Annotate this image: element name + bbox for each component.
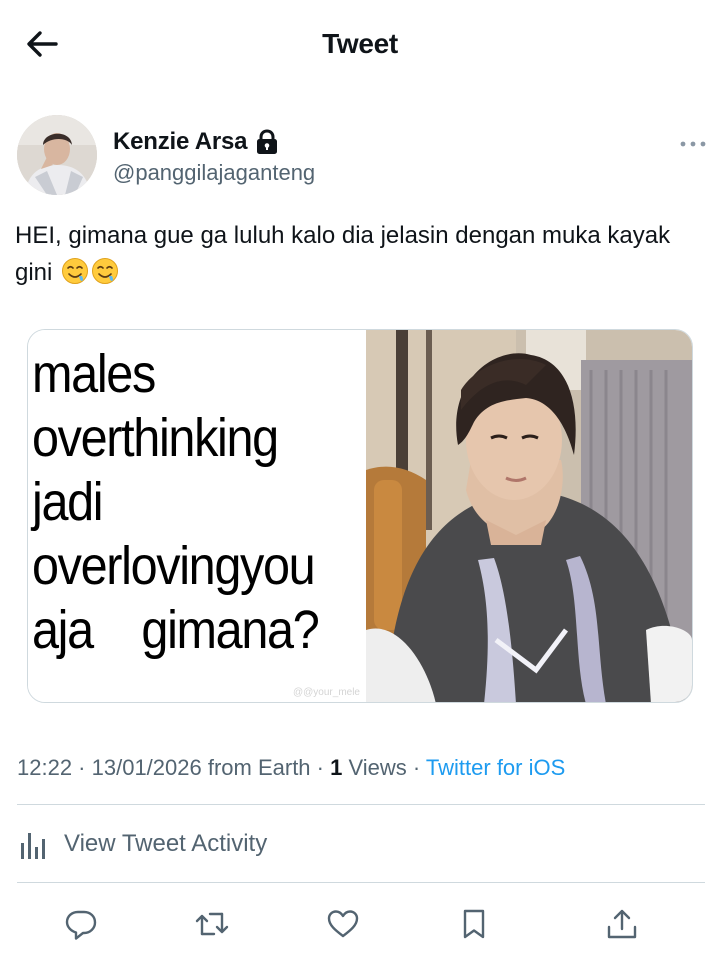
view-tweet-activity-button[interactable]: View Tweet Activity	[17, 824, 267, 864]
top-bar: Tweet	[0, 0, 720, 90]
tweet-location: from Earth	[201, 755, 311, 780]
meta-separator: ·	[406, 755, 426, 780]
meme-line: overlovingyou	[32, 536, 316, 596]
meme-line: jadi	[32, 472, 104, 532]
reply-icon	[65, 910, 97, 940]
views-label[interactable]: Views	[342, 755, 406, 780]
watermark: @@your_mele	[293, 687, 360, 698]
retweet-icon	[195, 912, 229, 936]
divider	[17, 804, 705, 805]
media-photo	[366, 330, 692, 702]
author-handle[interactable]: @panggilajaganteng	[113, 160, 315, 186]
tweet-text: HEI, gimana gue ga luluh kalo dia jelasi…	[15, 217, 705, 291]
more-options-button[interactable]	[678, 134, 708, 154]
tweet-action-bar	[0, 902, 720, 946]
meme-text-panel: males overthinking jadi overlovingyou aj…	[28, 330, 366, 702]
tweet-date: 13/01/2026	[91, 755, 202, 780]
meme-line: males	[32, 344, 156, 404]
display-name[interactable]: Kenzie Arsa	[113, 128, 248, 156]
meta-separator: ·	[310, 755, 331, 780]
share-icon	[607, 909, 637, 939]
bookmark-icon	[463, 909, 485, 939]
meta-separator: ·	[72, 755, 92, 780]
divider	[17, 882, 705, 883]
tweet-time: 12:22	[17, 755, 73, 780]
avatar[interactable]	[17, 115, 97, 195]
retweet-button[interactable]	[190, 902, 234, 946]
bar-chart-icon	[21, 833, 45, 859]
meme-line: aja gimana?	[32, 600, 320, 660]
more-dots-icon	[680, 141, 706, 147]
views-count[interactable]: 1	[330, 755, 342, 780]
drooling-face-emoji	[61, 257, 89, 285]
portrait-photo	[366, 330, 692, 702]
activity-label: View Tweet Activity	[64, 830, 268, 857]
page-title: Tweet	[322, 28, 398, 59]
avatar-photo	[17, 115, 97, 195]
like-button[interactable]	[321, 902, 365, 946]
like-icon	[327, 910, 359, 938]
tweet-meta: 12:22 · 13/01/2026 from Earth · 1 Views …	[17, 755, 565, 781]
bookmark-button[interactable]	[452, 902, 496, 946]
author-name-row[interactable]: Kenzie Arsa	[113, 126, 278, 158]
drooling-face-emoji	[91, 257, 119, 285]
share-button[interactable]	[600, 902, 644, 946]
tweet-media[interactable]: males overthinking jadi overlovingyou aj…	[27, 329, 693, 703]
lock-icon	[256, 129, 278, 155]
client-link[interactable]: Twitter for iOS	[426, 755, 565, 780]
reply-button[interactable]	[59, 902, 103, 946]
meme-line: overthinking	[32, 408, 279, 468]
